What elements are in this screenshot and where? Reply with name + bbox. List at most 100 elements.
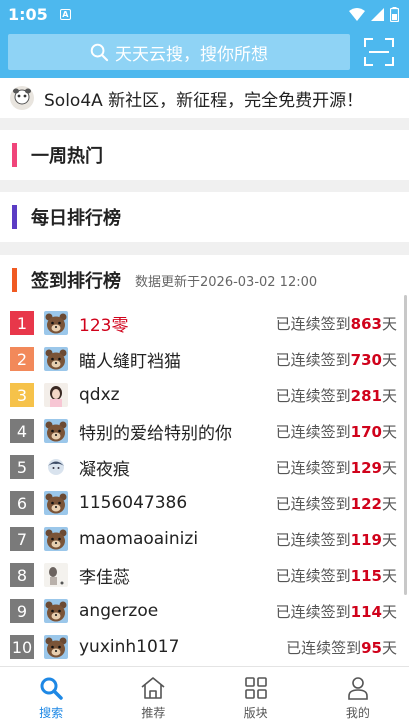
- streak-days: 129: [350, 458, 382, 477]
- avatar: [44, 635, 68, 659]
- avatar: [44, 419, 68, 443]
- announcement-bar[interactable]: Solo4A 新社区，新征程，完全免费开源！: [0, 78, 409, 118]
- section-title: 一周热门: [31, 146, 103, 167]
- rank-badge: 5: [10, 455, 34, 479]
- bottom-navigation: 搜索 推荐 版块 我的: [0, 666, 409, 728]
- user-name: 特别的爱给特别的你: [79, 423, 232, 444]
- search-input[interactable]: 天天云搜，搜你所想: [8, 34, 350, 70]
- rank-row[interactable]: 8 李佳蕊 已连续签到115天: [0, 557, 409, 593]
- checkin-streak: 已连续签到122天: [276, 493, 397, 514]
- scrollbar[interactable]: [404, 295, 407, 595]
- nav-boards[interactable]: 版块: [205, 667, 307, 728]
- user-name: 瞄人缝盯裆猫: [79, 351, 181, 372]
- nav-label: 推荐: [141, 706, 166, 720]
- rank-row[interactable]: 5 凝夜痕 已连续签到129天: [0, 449, 409, 485]
- streak-days: 170: [350, 422, 382, 441]
- streak-suffix: 天: [381, 386, 397, 405]
- search-icon: [39, 674, 63, 702]
- streak-suffix: 天: [381, 638, 397, 657]
- streak-days: 122: [350, 494, 382, 513]
- user-name: 1156047386: [79, 493, 188, 513]
- nav-label: 搜索: [39, 706, 64, 720]
- battery-icon: [390, 6, 399, 22]
- avatar: [44, 527, 68, 551]
- streak-prefix: 已连续签到: [275, 350, 351, 369]
- rank-row[interactable]: 2 瞄人缝盯裆猫 已连续签到730天: [0, 341, 409, 377]
- user-name: angerzoe: [79, 601, 159, 621]
- avatar: [44, 599, 68, 623]
- daily-ranking-section[interactable]: 每日排行榜: [0, 192, 409, 242]
- checkin-streak: 已连续签到129天: [276, 457, 397, 478]
- streak-suffix: 天: [381, 314, 397, 333]
- rank-row[interactable]: 4 特别的爱给特别的你 已连续签到170天: [0, 413, 409, 449]
- rank-badge: 6: [10, 491, 34, 515]
- rank-row[interactable]: 6 1156047386 已连续签到122天: [0, 485, 409, 521]
- grid-icon: [244, 674, 268, 702]
- rank-row[interactable]: 1 123零 已连续签到863天: [0, 305, 409, 341]
- section-title: 签到排行榜: [31, 271, 121, 292]
- notification-a-icon: A: [59, 8, 71, 20]
- rank-badge: 1: [10, 311, 34, 335]
- checkin-streak: 已连续签到115天: [276, 565, 397, 586]
- user-name: yuxinh1017: [79, 637, 180, 657]
- signal-icon: [371, 7, 384, 21]
- checkin-streak: 已连续签到170天: [276, 421, 397, 442]
- rank-badge: 2: [10, 347, 34, 371]
- nav-mine[interactable]: 我的: [307, 667, 409, 728]
- ranking-list: 1 123零 已连续签到863天 2 瞄人缝盯裆猫 已连续签到730天 3 qdxz 已连续签到…: [0, 305, 409, 665]
- user-name: maomaoainizi: [79, 529, 199, 549]
- checkin-streak: 已连续签到281天: [276, 385, 397, 406]
- checkin-streak: 已连续签到95天: [286, 637, 397, 658]
- avatar: [44, 455, 68, 479]
- nav-recommend[interactable]: 推荐: [102, 667, 204, 728]
- checkin-streak: 已连续签到730天: [276, 349, 397, 370]
- streak-prefix: 已连续签到: [275, 314, 351, 333]
- rank-badge: 9: [10, 599, 34, 623]
- streak-suffix: 天: [381, 494, 397, 513]
- streak-days: 281: [350, 386, 382, 405]
- user-name: 凝夜痕: [79, 459, 130, 480]
- nav-search[interactable]: 搜索: [0, 667, 102, 728]
- avatar: [44, 311, 68, 335]
- rank-row[interactable]: 10 yuxinh1017 已连续签到95天: [0, 629, 409, 665]
- streak-days: 115: [350, 566, 382, 585]
- section-title: 每日排行榜: [31, 208, 121, 229]
- avatar: [44, 347, 68, 371]
- streak-prefix: 已连续签到: [275, 386, 351, 405]
- nav-label: 我的: [345, 706, 370, 720]
- status-time: 1:05: [8, 4, 48, 24]
- weekly-hot-section[interactable]: 一周热门: [0, 130, 409, 180]
- scan-button[interactable]: [358, 34, 400, 70]
- rank-badge: 3: [10, 383, 34, 407]
- streak-days: 95: [361, 638, 382, 657]
- search-placeholder: 天天云搜，搜你所想: [115, 44, 268, 65]
- streak-prefix: 已连续签到: [275, 422, 351, 441]
- avatar: [44, 491, 68, 515]
- streak-suffix: 天: [381, 566, 397, 585]
- rank-row[interactable]: 3 qdxz 已连续签到281天: [0, 377, 409, 413]
- checkin-streak: 已连续签到114天: [276, 601, 397, 622]
- user-icon: [346, 674, 370, 702]
- streak-suffix: 天: [381, 350, 397, 369]
- streak-days: 119: [350, 530, 382, 549]
- user-name: qdxz: [79, 385, 120, 405]
- checkin-ranking-section: 签到排行榜 数据更新于2026-03-02 12:00 1 123零 已连续签到86…: [0, 255, 409, 666]
- update-time: 数据更新于2026-03-02 12:00: [135, 274, 318, 290]
- rank-badge: 8: [10, 563, 34, 587]
- streak-suffix: 天: [381, 458, 397, 477]
- rank-row[interactable]: 9 angerzoe 已连续签到114天: [0, 593, 409, 629]
- streak-suffix: 天: [381, 602, 397, 621]
- rank-badge: 10: [10, 635, 34, 659]
- streak-prefix: 已连续签到: [275, 602, 351, 621]
- announcement-avatar: [10, 86, 34, 110]
- section-accent-bar: [12, 205, 17, 229]
- status-icons: [349, 6, 399, 22]
- section-accent-bar: [12, 143, 17, 167]
- rank-row[interactable]: 7 maomaoainizi 已连续签到119天: [0, 521, 409, 557]
- wifi-icon: [349, 7, 365, 21]
- streak-prefix: 已连续签到: [286, 638, 362, 657]
- streak-days: 114: [350, 602, 382, 621]
- avatar: [44, 383, 68, 407]
- user-name: 李佳蕊: [79, 567, 130, 588]
- search-icon: [90, 43, 109, 62]
